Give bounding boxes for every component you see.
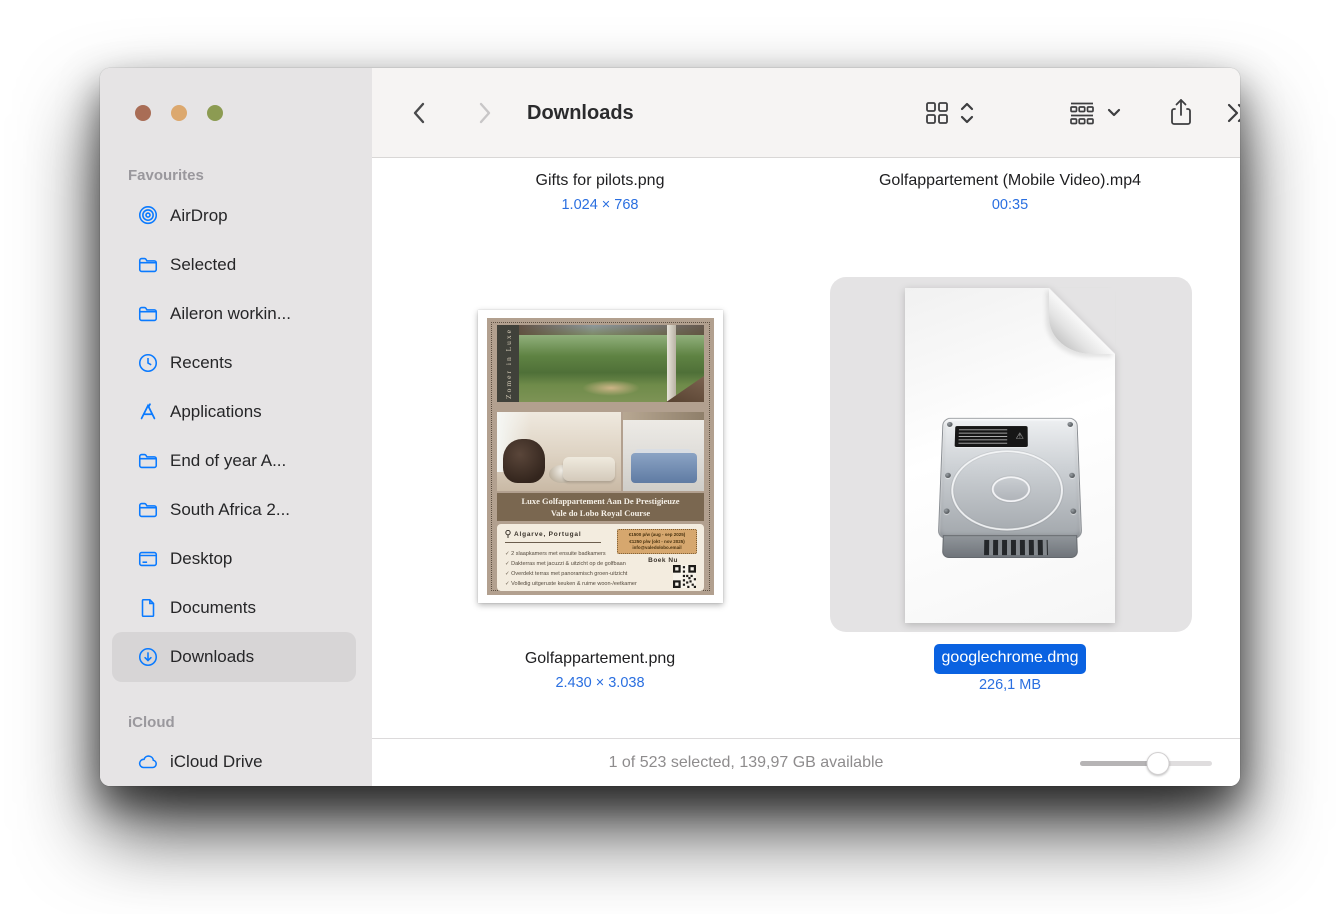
sidebar-item-label: Desktop [170,549,232,569]
view-options-button[interactable] [920,96,954,130]
file-meta: 226,1 MB [870,675,1150,695]
chevron-up-down-icon [959,100,975,126]
window-title: Downloads [527,68,634,158]
toolbar: Downloads [372,68,1240,158]
dmg-file-icon: ⚠ [905,288,1115,623]
file-item-googlechrome-dmg[interactable]: ⚠ [830,277,1192,632]
sidebar-item-documents[interactable]: Documents [112,583,356,633]
hdd-label-sticker: ⚠ [955,426,1028,447]
back-button[interactable] [403,96,437,130]
sidebar-item-label: End of year A... [170,451,286,471]
sidebar-item-applications[interactable]: Applications [112,387,356,437]
sidebar-item-label: Documents [170,598,256,618]
cloud-icon [137,751,159,773]
file-name: Golfappartement (Mobile Video).mp4 [870,168,1150,194]
file-label-googlechrome-dmg[interactable]: googlechrome.dmg 226,1 MB [870,644,1150,695]
more-toolbar-items-button[interactable] [1222,96,1240,130]
sidebar-item-downloads[interactable]: Downloads [112,632,356,682]
file-browser-content: Gifts for pilots.png 1.024 × 768 Golfapp… [372,159,1240,738]
sidebar-item-label: Selected [170,255,236,275]
clock-icon [137,352,159,374]
hard-drive-illustration: ⚠ [937,418,1083,558]
sidebar-item-label: AirDrop [170,206,228,226]
status-bar: 1 of 523 selected, 139,97 GB available [372,738,1240,786]
sidebar: Favourites AirDrop Selected [100,68,372,786]
file-item-golfappartement-video[interactable]: Golfappartement (Mobile Video).mp4 00:35 [870,168,1150,215]
group-by-button[interactable] [1065,96,1099,130]
folder-icon [137,254,159,276]
selected-file-name: googlechrome.dmg [934,644,1087,674]
flyer-vertical-banner: Zomer in Luxe [497,325,519,402]
forward-button[interactable] [467,96,501,130]
file-meta: 1.024 × 768 [440,195,760,215]
double-chevron-right-icon [1225,102,1240,124]
app-store-icon [137,401,159,423]
file-name: Gifts for pilots.png [440,168,760,194]
desktop-icon [137,548,159,570]
sidebar-item-icloud-drive[interactable]: iCloud Drive [112,737,356,786]
folder-icon [137,499,159,521]
file-item-gifts-for-pilots[interactable]: Gifts for pilots.png 1.024 × 768 [440,168,760,215]
file-name: Golfappartement.png [440,646,760,672]
view-switcher-chevrons[interactable] [956,96,978,130]
chevron-down-icon [1107,108,1121,118]
finder-window: Favourites AirDrop Selected [100,68,1240,786]
icon-size-slider[interactable] [1080,739,1212,786]
sidebar-item-selected[interactable]: Selected [112,240,356,290]
sidebar-item-airdrop[interactable]: AirDrop [112,191,356,241]
zoom-button[interactable] [207,105,223,121]
desktop-background: Favourites AirDrop Selected [0,0,1340,914]
share-button[interactable] [1164,96,1198,130]
flyer-artwork: Zomer in Luxe Luxe Go [487,318,714,595]
flyer-livingroom-photo [497,412,621,491]
status-text: 1 of 523 selected, 139,97 GB available [372,739,1120,786]
file-label-golfappartement-png[interactable]: Golfappartement.png 2.430 × 3.038 [440,646,760,693]
sidebar-item-label: Downloads [170,647,254,667]
map-pin-icon [505,530,511,538]
sidebar-section-icloud: iCloud [128,711,175,735]
document-icon [137,597,159,619]
sidebar-item-end-of-year[interactable]: End of year A... [112,436,356,486]
group-by-icon [1067,99,1097,127]
flyer-golfcourse-photo [519,325,704,402]
sidebar-item-desktop[interactable]: Desktop [112,534,356,584]
flyer-info-panel: Algarve, Portugal 2 slaapkamers met ensu… [497,524,704,591]
sidebar-item-label: South Africa 2... [170,500,290,520]
sidebar-item-recents[interactable]: Recents [112,338,356,388]
qr-code [673,565,696,588]
file-thumbnail-golfappartement-png[interactable]: Zomer in Luxe Luxe Go [478,310,723,603]
sidebar-item-south-africa[interactable]: South Africa 2... [112,485,356,535]
flyer-title: Luxe Golfappartement Aan De Prestigieuze… [497,493,704,521]
sidebar-section-favourites: Favourites [128,164,204,188]
flyer-price-box: €1500 p/w (aug - sep 2025) €1250 p/w (ok… [617,529,697,554]
minimize-button[interactable] [171,105,187,121]
flyer-bedroom-photo [623,412,704,491]
folder-icon [137,450,159,472]
close-button[interactable] [135,105,151,121]
file-meta: 2.430 × 3.038 [440,673,760,693]
chevron-right-icon [473,100,495,126]
download-circle-icon [137,646,159,668]
slider-thumb[interactable] [1146,752,1169,775]
sidebar-item-label: Applications [170,402,262,422]
sidebar-item-label: Recents [170,353,232,373]
sidebar-item-label: iCloud Drive [170,752,263,772]
file-meta: 00:35 [870,195,1150,215]
grid-view-icon [923,99,951,127]
sidebar-item-label: Aileron workin... [170,304,291,324]
airdrop-icon [137,205,159,227]
share-icon [1168,98,1194,128]
sidebar-item-aileron-working[interactable]: Aileron workin... [112,289,356,339]
flyer-feature-list: 2 slaapkamers met ensuite badkamers Dakt… [505,549,617,589]
group-by-chevron[interactable] [1104,96,1124,130]
chevron-left-icon [409,100,431,126]
flyer-cta: Boek Nu [648,557,678,564]
folder-icon [137,303,159,325]
flyer-location: Algarve, Portugal [505,530,581,538]
